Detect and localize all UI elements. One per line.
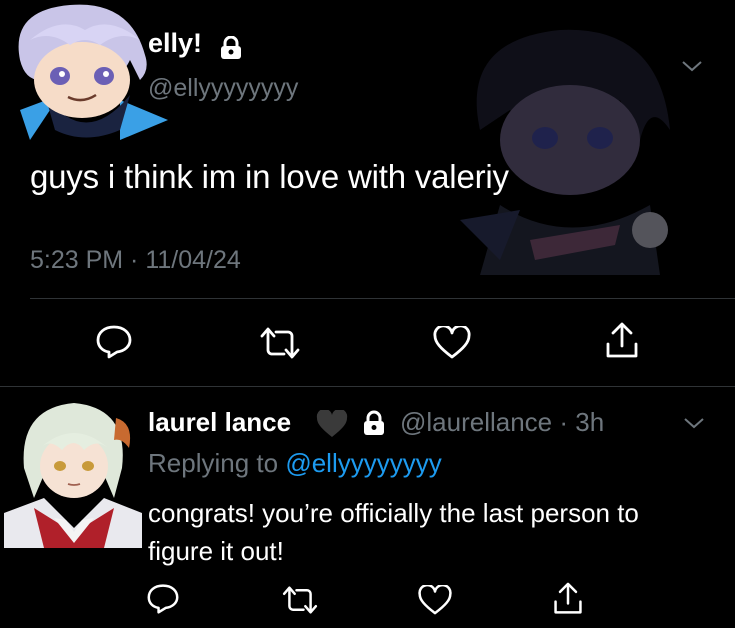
black-heart-icon xyxy=(316,410,348,438)
avatar-sticker[interactable] xyxy=(0,0,170,150)
replying-to: Replying to @ellyyyyyyyy xyxy=(148,448,442,479)
reply-icon[interactable] xyxy=(95,324,133,360)
background-sticker xyxy=(440,20,690,280)
reply-avatar[interactable] xyxy=(4,398,144,548)
replying-handle-link[interactable]: @ellyyyyyyyy xyxy=(285,448,441,478)
share-icon[interactable] xyxy=(604,322,640,360)
like-icon[interactable] xyxy=(417,585,453,616)
lock-icon xyxy=(220,36,242,60)
share-icon[interactable] xyxy=(552,582,584,616)
timestamp[interactable]: 5:23 PM · 11/04/24 xyxy=(30,246,241,275)
lock-icon xyxy=(362,410,386,436)
chevron-down-icon[interactable] xyxy=(680,58,704,74)
user-handle[interactable]: @ellyyyyyyyy xyxy=(148,74,298,103)
chevron-down-icon[interactable] xyxy=(682,415,706,431)
replying-prefix: Replying to xyxy=(148,448,286,478)
display-name[interactable]: elly! xyxy=(148,28,202,59)
retweet-icon[interactable] xyxy=(258,326,302,360)
tweet-text: guys i think im in love with valeriy xyxy=(30,158,509,196)
divider xyxy=(30,298,735,299)
reply-display-name[interactable]: laurel lance xyxy=(148,407,291,438)
tweet-text-end: valeriy xyxy=(414,158,509,195)
tweet-text-start: guys i think im in love with xyxy=(30,158,415,195)
like-icon[interactable] xyxy=(432,326,472,360)
reply-handle-time[interactable]: @laurellance · 3h xyxy=(400,407,604,438)
retweet-icon[interactable] xyxy=(280,585,320,615)
divider xyxy=(0,386,735,387)
reply-text: congrats! you’re officially the last per… xyxy=(148,498,639,566)
reply-icon[interactable] xyxy=(146,583,180,615)
